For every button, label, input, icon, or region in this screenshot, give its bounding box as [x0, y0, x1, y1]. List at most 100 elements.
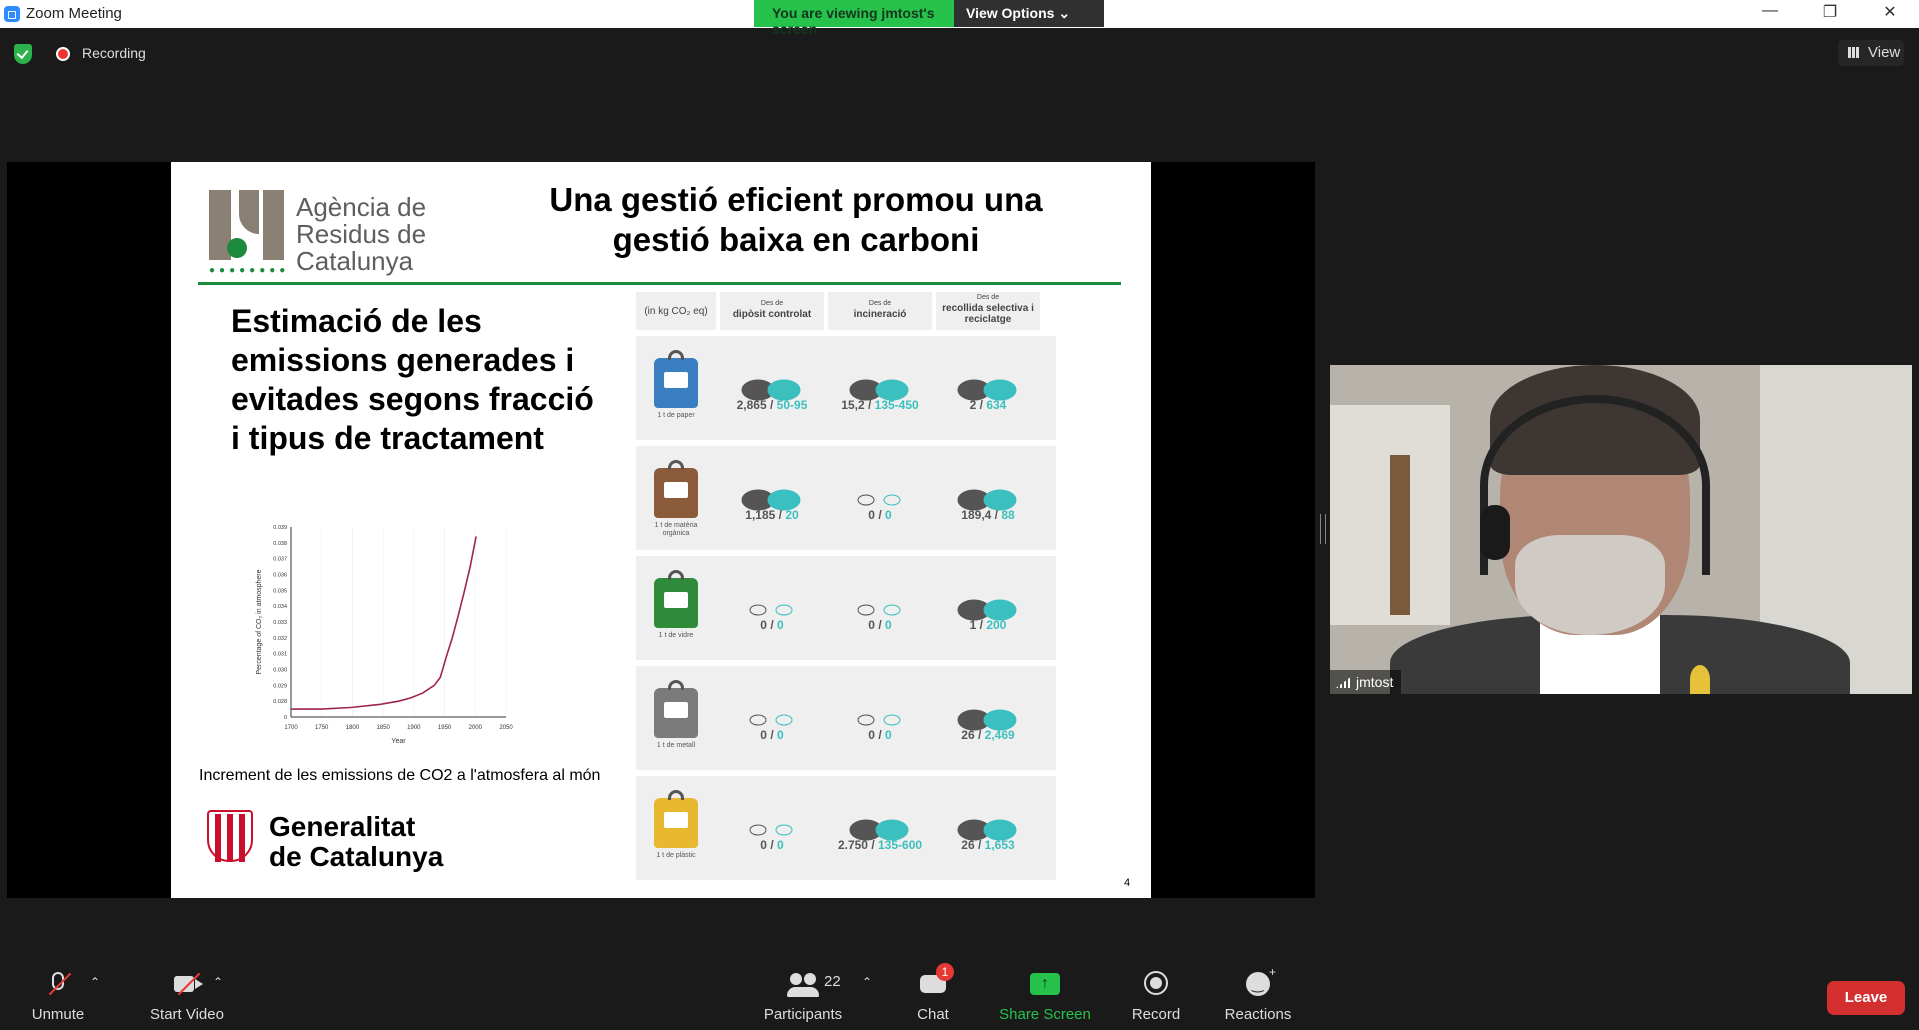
recording-icon	[56, 47, 70, 61]
x-tick-label: 2000	[469, 725, 483, 731]
agency-name: Agència de Residus de Catalunya	[296, 192, 427, 276]
emission-value: 1 / 200	[969, 618, 1007, 632]
y-tick-label: 0.036	[273, 573, 287, 579]
waste-type-label: 1 t de plàstic	[656, 852, 696, 859]
table-header: Des de incineració	[828, 292, 932, 330]
emission-value: 0 / 0	[868, 618, 892, 632]
start-video-button[interactable]: Start Video	[132, 955, 242, 1030]
reactions-label: Reactions	[1224, 1006, 1292, 1023]
agency-logo	[209, 190, 284, 260]
emission-value: 15,2 / 135-450	[841, 398, 919, 412]
waste-weight-icon: 1 t de paper	[654, 350, 698, 419]
waste-weight-icon: 1 t de plàstic	[654, 790, 698, 859]
share-screen-icon	[1030, 973, 1060, 995]
slide-title: Una gestió eficient promou una gestió ba…	[549, 181, 1043, 258]
waste-type-label: 1 t de matèria orgànica	[654, 522, 698, 537]
headset-icon	[1480, 395, 1710, 575]
y-tick-label: 0.035	[273, 588, 287, 594]
emission-value: 2.750 / 135-600	[837, 838, 923, 852]
emission-value: 26 / 1,653	[961, 838, 1015, 852]
record-label: Record	[1131, 1006, 1181, 1023]
x-tick-label: 1800	[346, 725, 360, 731]
video-options-caret[interactable]: ⌃	[213, 975, 223, 989]
participants-options-caret[interactable]: ⌃	[862, 975, 872, 989]
emission-value: 0 / 0	[868, 728, 892, 742]
audio-options-caret[interactable]: ⌃	[90, 975, 100, 989]
participants-icon	[787, 973, 819, 997]
title-divider	[198, 282, 1121, 285]
minimize-button[interactable]: —	[1750, 2, 1790, 20]
window-title: Zoom Meeting	[26, 5, 122, 22]
waste-weight-icon: 1 t de vidre	[654, 570, 698, 639]
co2-line-chart: 1700 1750 1800 1850 1900 1950 2000 2050 0 0.028 0.…	[256, 525, 513, 745]
y-tick-label: 0.030	[273, 668, 287, 674]
table-unit: (in kg CO₂ eq)	[636, 292, 716, 330]
x-tick-label: 1850	[376, 725, 390, 731]
yellow-ribbon	[1690, 665, 1710, 694]
y-tick-label: 0.033	[273, 620, 287, 626]
reactions-button[interactable]: + Reactions	[1218, 955, 1298, 1030]
view-options-button[interactable]: View Options ⌄	[954, 0, 1104, 27]
waste-type-label: 1 t de vidre	[658, 632, 694, 639]
x-tick-label: 1700	[284, 725, 298, 731]
y-tick-label: 0.031	[273, 652, 287, 658]
participant-name: jmtost	[1356, 674, 1394, 690]
table-row: 1 t de plàstic 0 / 0 2.750 / 135-600 26 / 1…	[636, 776, 1056, 880]
panel-resize-handle[interactable]	[1320, 514, 1326, 544]
x-tick-label: 1750	[315, 725, 329, 731]
generalitat-logo	[207, 810, 257, 866]
y-tick-label: 0.038	[273, 541, 287, 547]
emission-value: 2,865 / 50-95	[736, 398, 808, 412]
participant-count: 22	[824, 973, 841, 990]
waste-weight-icon: 1 t de matèria orgànica	[654, 460, 698, 537]
leave-button[interactable]: Leave	[1827, 981, 1905, 1015]
share-screen-label: Share Screen	[999, 1006, 1091, 1023]
smiley-icon	[1246, 972, 1270, 996]
headset-earpiece	[1480, 505, 1510, 560]
generalitat-name: Generalitat de Catalunya	[269, 811, 444, 872]
table-row: 1 t de matèria orgànica 1,185 / 20 0 / 0 18…	[636, 446, 1056, 550]
y-tick-label: 0.028	[273, 699, 287, 705]
emission-value: 26 / 2,469	[961, 728, 1015, 742]
table-row: 1 t de vidre 0 / 0 0 / 0 1 / 200	[636, 556, 1056, 660]
signal-bars-icon	[1336, 676, 1352, 688]
slide-subtitle: Estimació de les emissions generades i e…	[231, 303, 594, 456]
chat-unread-badge: 1	[936, 963, 954, 981]
restore-button[interactable]: ❐	[1810, 2, 1850, 22]
share-screen-button[interactable]: Share Screen	[995, 955, 1095, 1030]
record-button[interactable]: Record	[1126, 955, 1186, 1030]
x-axis-label: Year	[391, 738, 406, 745]
zoom-app-icon	[4, 6, 20, 22]
grid-icon	[1848, 47, 1860, 58]
y-axis-label: Percentage of CO₂ in atmosphere	[256, 569, 263, 674]
table-row: 1 t de metall 0 / 0 0 / 0 26 / 2,469	[636, 666, 1056, 770]
waste-type-label: 1 t de paper	[657, 412, 695, 419]
participant-name-tag: jmtost	[1330, 670, 1402, 694]
table-row: 1 t de paper 2,865 / 50-95 15,2 / 135-450 2…	[636, 336, 1056, 440]
waste-weight-icon: 1 t de metall	[654, 680, 698, 749]
security-shield-icon[interactable]	[14, 44, 32, 64]
chat-button[interactable]: 1 Chat	[903, 955, 963, 1030]
y-tick-label: 0.034	[273, 604, 287, 610]
record-icon	[1144, 971, 1168, 995]
emission-value: 189,4 / 88	[961, 508, 1015, 522]
y-tick-label: 0.039	[273, 525, 287, 531]
y-tick-label: 0	[284, 715, 287, 721]
participants-label: Participants	[763, 1006, 843, 1023]
table-header: Des de recollida selectiva i reciclatge	[936, 292, 1040, 330]
y-tick-label: 0.032	[273, 636, 287, 642]
start-video-label: Start Video	[150, 1006, 224, 1023]
table-header: Des de dipòsit controlat	[720, 292, 824, 330]
screen-share-banner: You are viewing jmtost's screen View Opt…	[754, 0, 1104, 37]
participants-button[interactable]: 22 Participants	[758, 955, 848, 1030]
shared-screen: ●●●●●●●● Agència de Residus de Catalunya…	[7, 162, 1315, 898]
x-tick-label: 1950	[438, 725, 452, 731]
emission-value: 2 / 634	[969, 398, 1007, 412]
view-layout-button[interactable]: View	[1838, 40, 1904, 66]
unmute-button[interactable]: Unmute	[20, 955, 96, 1030]
x-tick-label: 2050	[499, 725, 513, 731]
close-button[interactable]: ✕	[1870, 2, 1910, 22]
waste-type-label: 1 t de metall	[656, 742, 696, 749]
participant-video-tile[interactable]: jmtost	[1330, 365, 1912, 694]
emission-value: 0 / 0	[760, 728, 784, 742]
